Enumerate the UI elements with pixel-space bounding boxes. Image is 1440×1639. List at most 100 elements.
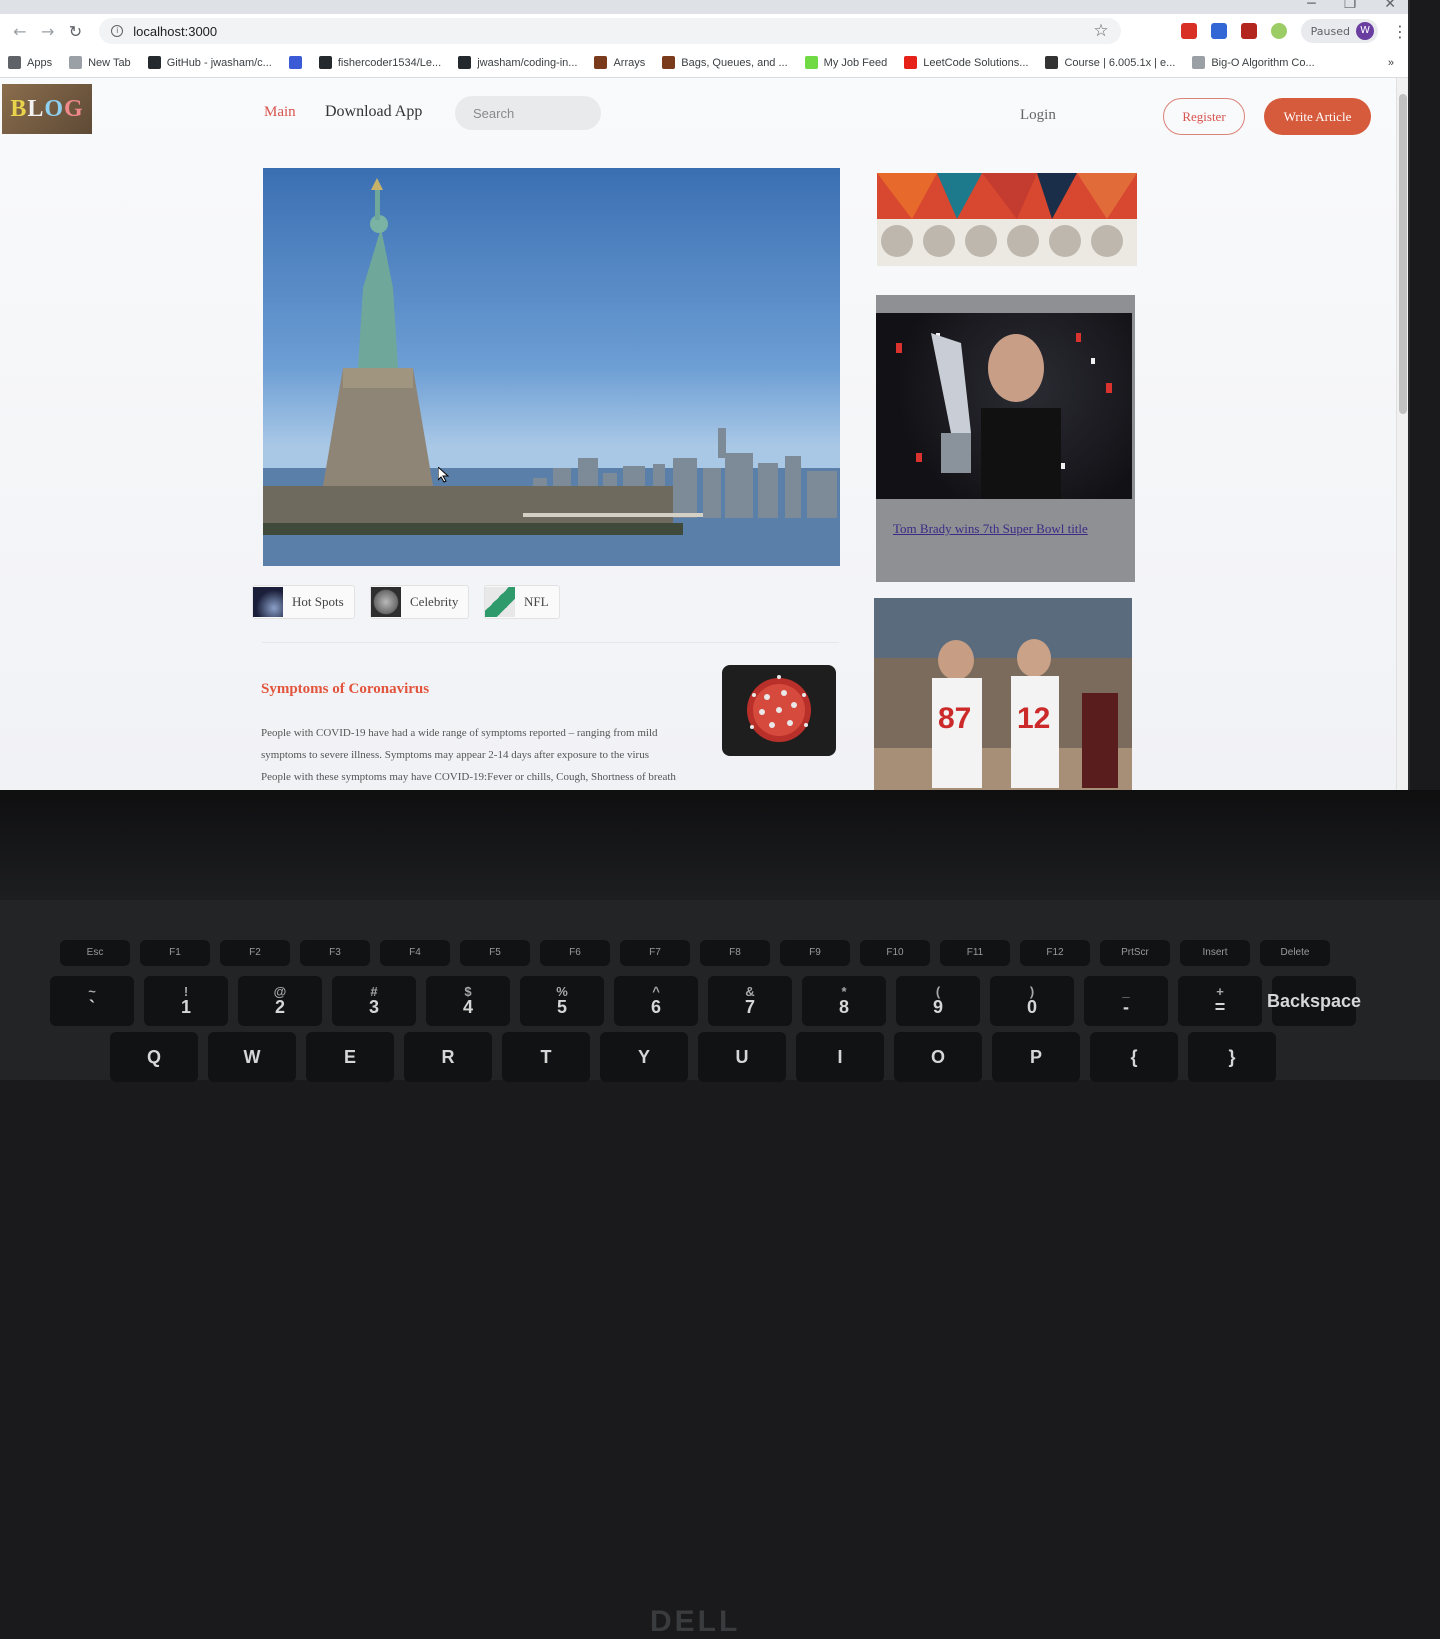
sidebar-card-celebration[interactable]: 87 12: [874, 598, 1132, 790]
bookmark-label: New Tab: [88, 56, 131, 69]
hero-image-statue-of-liberty[interactable]: [263, 168, 840, 566]
bookmark-item[interactable]: [288, 56, 302, 69]
bookmark-label: Course | 6.005.1x | e...: [1064, 56, 1176, 69]
bookmark-item[interactable]: LeetCode Solutions...: [904, 56, 1028, 69]
chip-label: Hot Spots: [292, 594, 344, 609]
login-link[interactable]: Login: [1020, 107, 1056, 124]
jersey-number: 12: [1017, 702, 1050, 735]
profile-button[interactable]: Paused W: [1300, 19, 1379, 43]
bookmark-label: Big-O Algorithm Co...: [1211, 56, 1315, 69]
bookmarks-overflow-icon[interactable]: »: [1388, 57, 1394, 69]
keyboard-key: ^ 6: [614, 976, 698, 1026]
key-shift-symbol: @: [273, 983, 287, 999]
keyboard-key: _ -: [1084, 976, 1168, 1026]
key-shift-symbol: #: [370, 983, 378, 999]
key-symbol: 2: [274, 997, 285, 1018]
bookmark-item[interactable]: Arrays: [594, 56, 645, 69]
minimize-icon[interactable]: ─: [1307, 0, 1315, 12]
keyboard-key: Q: [110, 1032, 198, 1082]
category-chip-celebrity[interactable]: Celebrity: [370, 585, 470, 619]
reload-icon[interactable]: ↻: [62, 22, 90, 41]
bookmark-item[interactable]: Big-O Algorithm Co...: [1192, 56, 1315, 69]
keyboard-key: F3: [300, 940, 370, 966]
bookmark-item[interactable]: GitHub - jwasham/c...: [147, 56, 272, 69]
keyboard-key: (9: [896, 976, 980, 1026]
brady-trophy-image[interactable]: [876, 313, 1132, 499]
brady-article-link[interactable]: Tom Brady wins 7th Super Bowl title: [893, 521, 1088, 537]
bookmark-item[interactable]: Course | 6.005.1x | e...: [1045, 56, 1175, 69]
register-button[interactable]: Register: [1163, 98, 1245, 135]
maximize-icon[interactable]: ❐: [1344, 0, 1357, 12]
pdf-extension-icon[interactable]: [1180, 23, 1197, 39]
nfl-thumbnail: [485, 587, 515, 617]
coronavirus-thumbnail[interactable]: [722, 665, 836, 756]
bookmark-label: fishercoder1534/Le...: [337, 56, 442, 69]
keyboard-key: F9: [780, 940, 850, 966]
key-shift-symbol: !: [183, 983, 189, 999]
keyboard-key: ) 0: [990, 976, 1074, 1026]
keyboard-key: ~ `: [50, 976, 134, 1026]
keyboard-key: O: [894, 1032, 982, 1082]
extension-icon[interactable]: [1270, 23, 1287, 39]
bookmark-item[interactable]: New Tab: [69, 56, 131, 69]
bookmark-star-icon[interactable]: ☆: [1093, 21, 1108, 41]
article-title[interactable]: Symptoms of Coronavirus: [261, 681, 429, 698]
key-symbol: -: [1123, 997, 1129, 1018]
keyboard-key: Y: [600, 1032, 688, 1082]
bookmark-favicon-icon: [904, 56, 918, 69]
keyboard-key: F8: [700, 940, 770, 966]
nav-main-link[interactable]: Main: [264, 104, 296, 121]
category-chip-nfl[interactable]: NFL: [484, 585, 560, 619]
bookmark-item[interactable]: jwasham/coding-in...: [458, 56, 577, 69]
article-line: People with these symptoms may have COVI…: [261, 771, 676, 783]
web-page: BLOG Main Download App Login Register Wr…: [0, 78, 1408, 790]
close-icon[interactable]: ✕: [1384, 0, 1396, 12]
key-symbol: 8: [838, 997, 849, 1018]
bookmark-item[interactable]: fishercoder1534/Le...: [318, 56, 442, 69]
key-shift-symbol: ~: [88, 983, 96, 999]
key-symbol: 6: [650, 997, 661, 1018]
keyboard-key: T: [502, 1032, 590, 1082]
bookmark-item[interactable]: Bags, Queues, and ...: [662, 56, 788, 69]
logo-letter: B: [10, 95, 28, 122]
address-bar[interactable]: i localhost:3000 ☆: [99, 18, 1121, 44]
keyboard-key: E: [306, 1032, 394, 1082]
page-scrollbar[interactable]: [1396, 78, 1408, 790]
nav-download-app-link[interactable]: Download App: [325, 103, 422, 121]
bookmark-item[interactable]: My Job Feed: [804, 56, 887, 69]
scrollbar-thumb[interactable]: [1399, 94, 1407, 414]
bookmark-item[interactable]: Apps: [8, 56, 52, 69]
bookmark-favicon-icon: [594, 56, 608, 69]
forward-arrow-icon[interactable]: →: [34, 22, 62, 41]
extension-icon[interactable]: [1240, 23, 1257, 39]
bookmark-favicon-icon: [458, 56, 472, 69]
key-symbol: 4: [462, 997, 473, 1018]
category-chip-hot-spots[interactable]: Hot Spots: [252, 585, 355, 619]
window-controls: ─ ❐ ✕: [1307, 0, 1396, 12]
letter-key-row: Q W E R T Y U I O P{}: [110, 1032, 1286, 1082]
search-input[interactable]: [455, 96, 601, 130]
blog-logo[interactable]: BLOG: [2, 84, 92, 134]
keyboard-key: F12: [1020, 940, 1090, 966]
keyboard-key: Esc: [60, 940, 130, 966]
logo-letter: L: [27, 95, 45, 122]
hot-spots-thumbnail: [253, 587, 283, 617]
logo-letter: G: [64, 95, 84, 122]
keyboard-key: R: [404, 1032, 492, 1082]
bookmark-favicon-icon: [69, 56, 83, 69]
back-arrow-icon[interactable]: ←: [6, 22, 34, 41]
key-shift-symbol: ^: [652, 983, 660, 999]
key-shift-symbol: *: [841, 983, 847, 999]
info-icon[interactable]: i: [111, 25, 124, 37]
bookmark-favicon-icon: [1045, 56, 1059, 69]
keyboard-key: P: [992, 1032, 1080, 1082]
key-symbol: 5: [556, 997, 567, 1018]
keyboard-key: F7: [620, 940, 690, 966]
write-article-button[interactable]: Write Article: [1264, 98, 1371, 135]
key-symbol: Backspace: [1266, 990, 1362, 1011]
extension-icon[interactable]: [1210, 23, 1227, 39]
kebab-menu-icon[interactable]: ⋮: [1392, 22, 1408, 41]
number-key-row: ~ `! 1 @2 #3 $4% 5 ^ 6 & 7 * 8(9) 0 _ - + = Backspace: [50, 976, 1366, 1026]
keyboard-key: $4: [426, 976, 510, 1026]
keyboard-key: & 7: [708, 976, 792, 1026]
